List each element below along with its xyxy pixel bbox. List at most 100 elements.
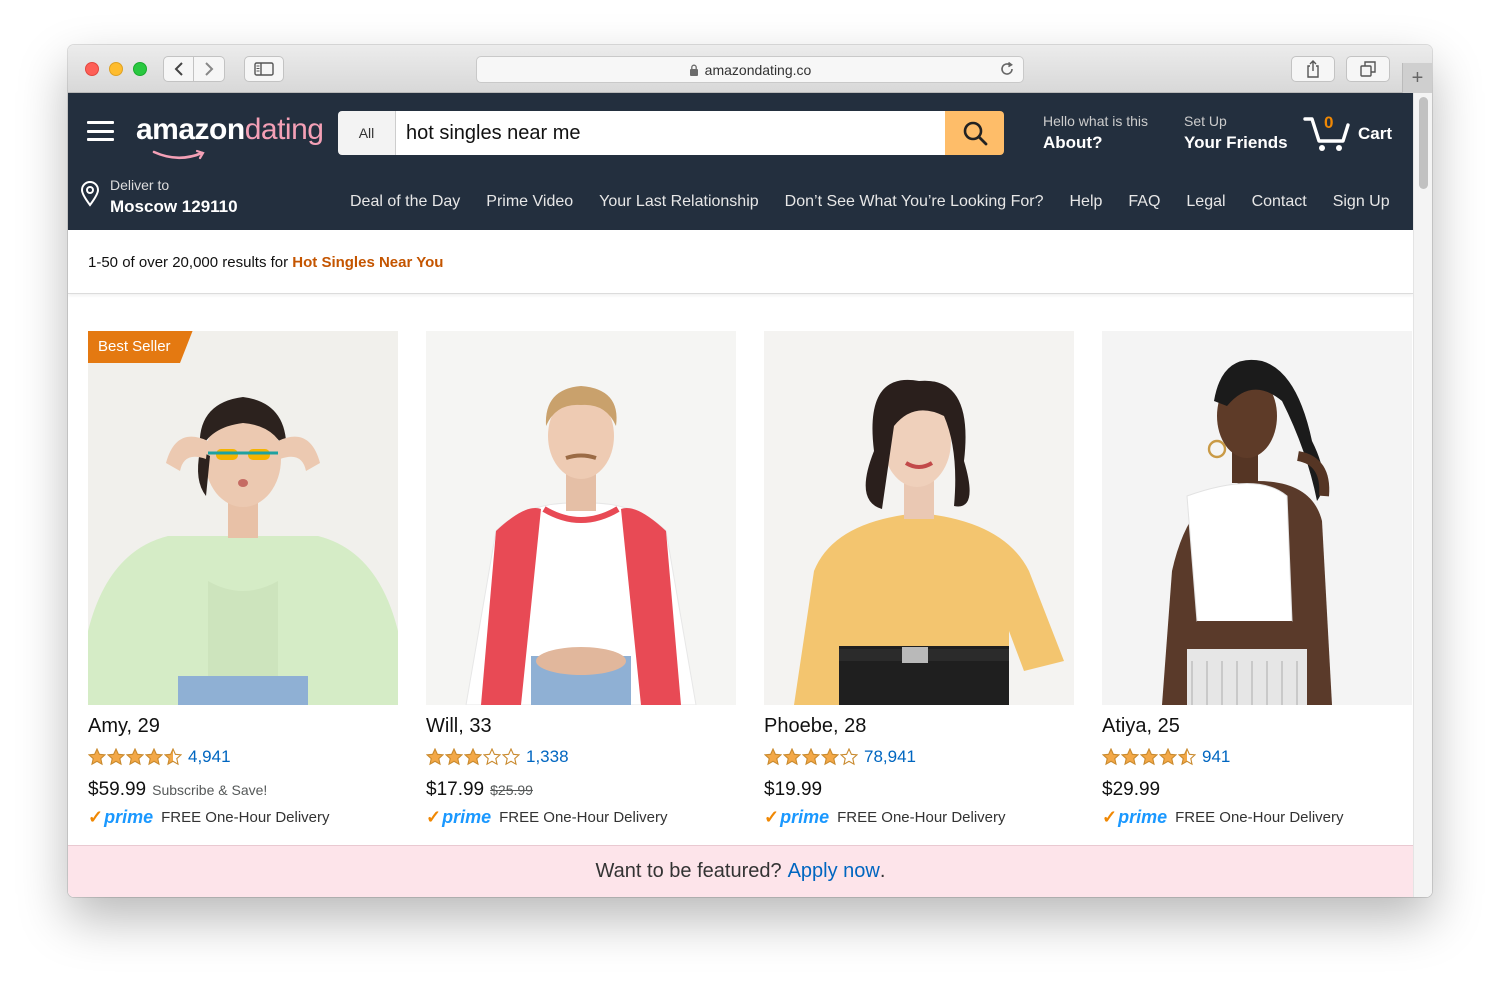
star-icon: [1121, 748, 1139, 766]
nav-your-last-relationship[interactable]: Your Last Relationship: [599, 193, 759, 215]
nav-help[interactable]: Help: [1069, 193, 1102, 215]
search-input[interactable]: [396, 111, 945, 155]
deliver-to[interactable]: Deliver to Moscow 129110: [80, 175, 340, 219]
nav-prime-video[interactable]: Prime Video: [486, 193, 573, 215]
prime-row: ✓ prime FREE One-Hour Delivery: [426, 807, 736, 828]
history-nav: [163, 56, 225, 82]
product-name[interactable]: Atiya, 25: [1102, 715, 1412, 738]
site-logo[interactable]: amazondating: [136, 113, 324, 160]
review-count-link[interactable]: 4,941: [188, 747, 231, 767]
star-rating[interactable]: [764, 748, 858, 766]
product-card[interactable]: Phoebe, 28 78,941 $19.99 ✓ prime FREE One…: [764, 331, 1074, 871]
chevron-left-icon: [174, 62, 183, 76]
search-bar: All: [338, 111, 1004, 155]
product-card[interactable]: Will, 33 1,338 $17.99 $25.99 ✓ prime FREE…: [426, 331, 736, 871]
person-photo-image: [88, 331, 398, 705]
prime-check-icon: ✓: [426, 807, 442, 827]
shipping-text: FREE One-Hour Delivery: [837, 809, 1006, 826]
star-icon: [764, 748, 782, 766]
price-row: $59.99 Subscribe & Save!: [88, 779, 398, 801]
logo-smile-icon: [152, 149, 205, 160]
product-photo[interactable]: [426, 331, 736, 705]
about-line2: About?: [1043, 133, 1103, 152]
sidebar-toggle-button[interactable]: [244, 56, 284, 82]
results-text: 1-50 of over 20,000 results for Hot Sing…: [88, 254, 443, 271]
nav-contact[interactable]: Contact: [1252, 193, 1307, 215]
address-bar[interactable]: amazondating.co: [476, 56, 1024, 83]
cart-button[interactable]: 0 Cart: [1303, 113, 1403, 153]
product-name[interactable]: Phoebe, 28: [764, 715, 1074, 738]
nav-faq[interactable]: FAQ: [1128, 193, 1160, 215]
prime-label: prime: [780, 807, 830, 827]
page-scrollbar[interactable]: [1413, 93, 1432, 897]
rating-row: 4,941: [88, 746, 398, 768]
site-header: amazondating All Hello what is this Abou…: [68, 93, 1413, 230]
search-category-select[interactable]: All: [338, 111, 396, 155]
prime-check-icon: ✓: [764, 807, 780, 827]
logo-primary: amazon: [136, 113, 245, 146]
star-icon: [107, 748, 125, 766]
share-icon: [1307, 60, 1319, 78]
price: $19.99: [764, 779, 823, 800]
star-icon: [1159, 748, 1177, 766]
product-photo[interactable]: [1102, 331, 1412, 705]
zoom-window-button[interactable]: [133, 62, 147, 76]
friends-line1: Set Up: [1184, 113, 1227, 129]
banner-text: Want to be featured?: [595, 860, 782, 882]
price: $59.99: [88, 779, 147, 800]
prime-logo: ✓ prime: [764, 807, 829, 828]
product-name[interactable]: Amy, 29: [88, 715, 398, 738]
product-photo[interactable]: Best Seller: [88, 331, 398, 705]
search-icon: [963, 121, 987, 146]
menu-icon[interactable]: [87, 121, 114, 141]
product-card[interactable]: Atiya, 25 941 $29.99 ✓ prime FREE One-Hou…: [1102, 331, 1412, 871]
nav-dont-see-what-youre-looking-for[interactable]: Don’t See What You’re Looking For?: [785, 193, 1044, 215]
review-count-link[interactable]: 78,941: [864, 747, 916, 767]
subscribe-save-note[interactable]: Subscribe & Save!: [152, 782, 267, 798]
shipping-text: FREE One-Hour Delivery: [499, 809, 668, 826]
star-icon: [426, 748, 444, 766]
minimize-window-button[interactable]: [109, 62, 123, 76]
featured-banner: Want to be featured? Apply now.: [68, 845, 1413, 897]
back-button[interactable]: [163, 56, 194, 82]
prime-label: prime: [442, 807, 492, 827]
star-icon: [145, 748, 163, 766]
star-rating[interactable]: [426, 748, 520, 766]
share-button[interactable]: [1291, 56, 1335, 82]
reload-icon[interactable]: [999, 61, 1015, 77]
scrollbar-thumb[interactable]: [1419, 97, 1428, 189]
price-row: $29.99: [1102, 779, 1412, 801]
search-button[interactable]: [945, 111, 1004, 155]
friends-link[interactable]: Set Up Your Friends: [1184, 113, 1288, 153]
location-pin-icon: [80, 181, 100, 207]
product-name[interactable]: Will, 33: [426, 715, 736, 738]
best-seller-badge: Best Seller: [88, 331, 193, 363]
tabs-icon: [1360, 61, 1376, 77]
star-icon: [126, 748, 144, 766]
star-icon: [1102, 748, 1120, 766]
nav-legal[interactable]: Legal: [1186, 193, 1225, 215]
prime-label: prime: [104, 807, 154, 827]
close-window-button[interactable]: [85, 62, 99, 76]
results-count: 1-50 of over 20,000 results for: [88, 254, 293, 271]
forward-button[interactable]: [194, 56, 225, 82]
star-icon: [445, 748, 463, 766]
nav-deal-of-the-day[interactable]: Deal of the Day: [350, 193, 460, 215]
nav-sign-up[interactable]: Sign Up: [1333, 193, 1390, 215]
rating-row: 1,338: [426, 746, 736, 768]
review-count-link[interactable]: 1,338: [526, 747, 569, 767]
apply-now-link[interactable]: Apply now: [788, 860, 880, 883]
person-photo-image: [1102, 331, 1412, 705]
sub-navigation: Deal of the Day Prime Video Your Last Re…: [350, 193, 1390, 215]
star-icon: [464, 748, 482, 766]
new-tab-button[interactable]: +: [1402, 63, 1432, 93]
tabs-overview-button[interactable]: [1346, 56, 1390, 82]
review-count-link[interactable]: 941: [1202, 747, 1230, 767]
product-card[interactable]: Best Seller Amy, 29 4,941 $59.99 Subscri…: [88, 331, 398, 871]
about-link[interactable]: Hello what is this About?: [1043, 113, 1148, 153]
star-rating[interactable]: [88, 748, 182, 766]
product-photo[interactable]: [764, 331, 1074, 705]
price: $17.99: [426, 779, 485, 800]
prime-check-icon: ✓: [1102, 807, 1118, 827]
star-rating[interactable]: [1102, 748, 1196, 766]
